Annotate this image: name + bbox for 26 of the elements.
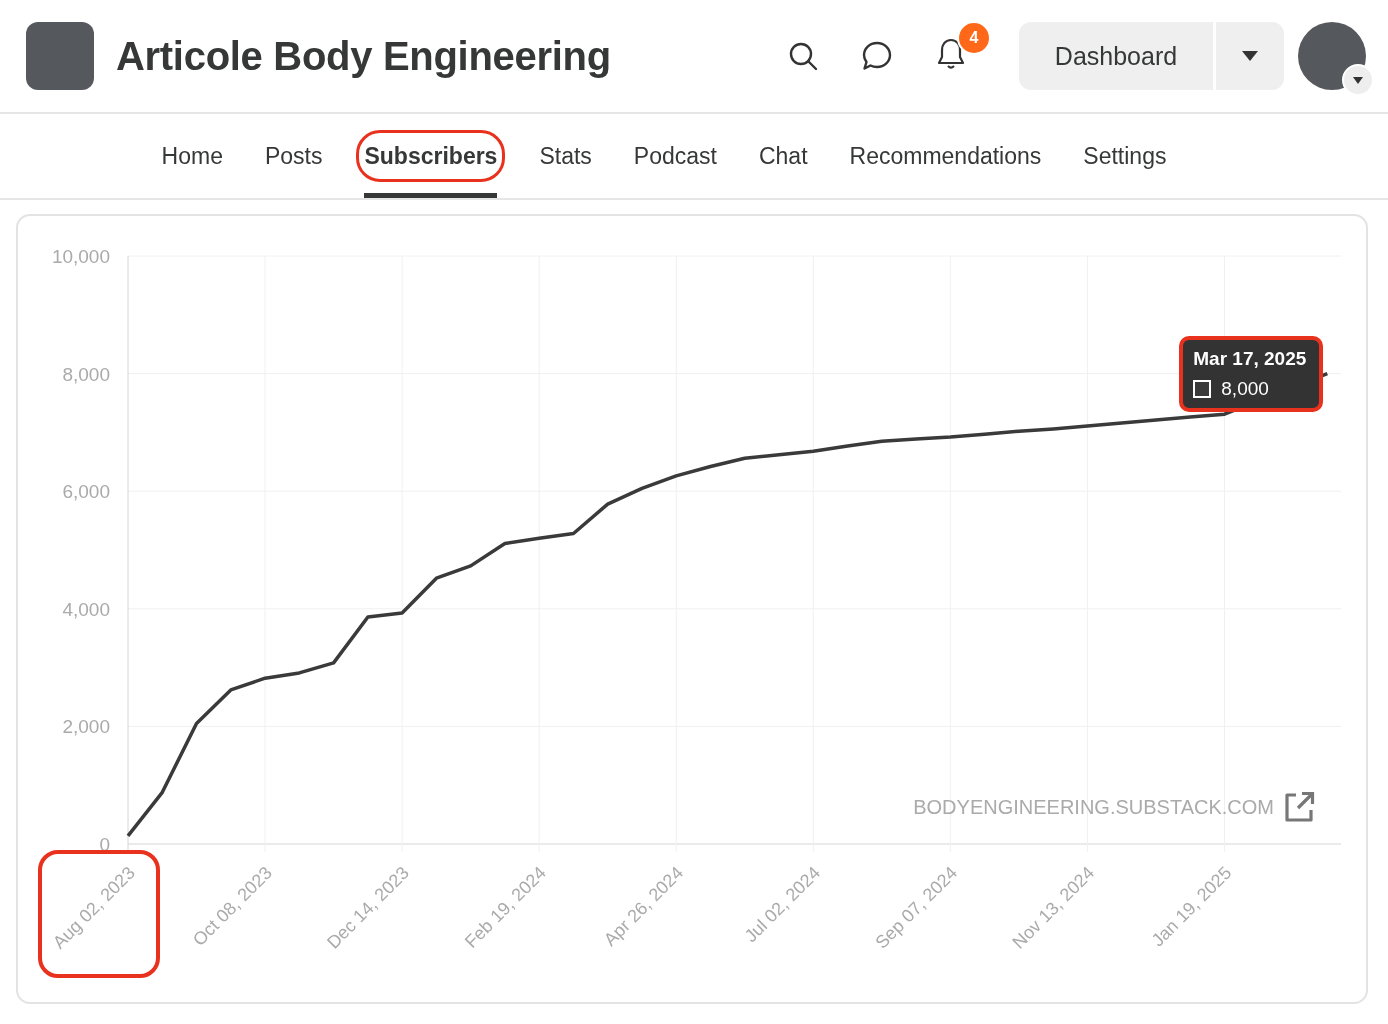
nav-tab[interactable]: Recommendations xyxy=(849,142,1042,170)
publication-title: Articole Body Engineering xyxy=(116,33,611,79)
search-icon[interactable] xyxy=(787,40,819,72)
notification-bell-icon[interactable] xyxy=(935,37,967,71)
photo-placeholder xyxy=(26,22,94,90)
series-swatch xyxy=(1193,379,1212,398)
caret-icon xyxy=(1242,51,1258,61)
notification-badge: 4 xyxy=(957,21,991,55)
y-axis-label: 10,000 xyxy=(51,246,110,267)
caret-icon xyxy=(1353,76,1363,84)
nav-tab[interactable]: Settings xyxy=(1083,142,1167,170)
y-axis-label: 6,000 xyxy=(62,481,110,503)
nav-tab[interactable]: Home xyxy=(161,142,223,170)
chat-bubble-icon[interactable] xyxy=(861,40,893,72)
tooltip-value: 8,000 xyxy=(1221,377,1269,400)
nav-tab[interactable]: Chat xyxy=(758,142,808,170)
y-axis-label: 2,000 xyxy=(62,716,110,738)
nav-tab[interactable]: Stats xyxy=(539,142,592,170)
nav-tab[interactable]: Posts xyxy=(264,142,323,170)
dashboard-button[interactable]: Dashboard xyxy=(1019,22,1213,90)
nav-tab[interactable]: Subscribers xyxy=(364,142,498,170)
nav-tab[interactable]: Podcast xyxy=(633,142,717,170)
external-link-icon[interactable] xyxy=(1282,790,1316,824)
tooltip-date: Mar 17, 2025 xyxy=(1193,347,1308,370)
y-axis-label: 4,000 xyxy=(62,598,110,620)
y-axis-label: 8,000 xyxy=(62,363,110,385)
